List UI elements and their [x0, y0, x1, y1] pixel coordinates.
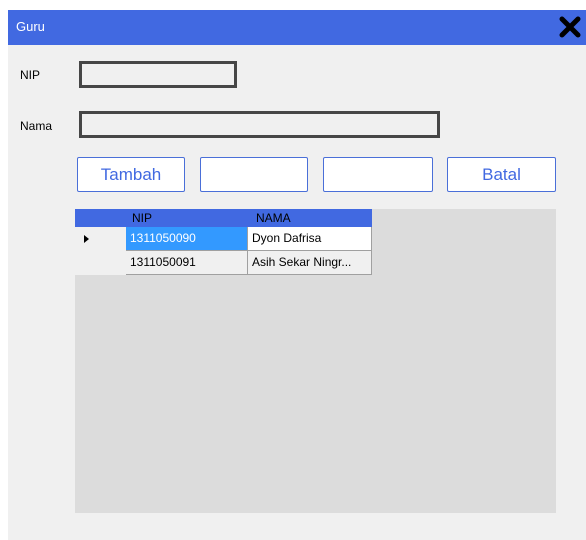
- nama-input[interactable]: [79, 111, 440, 138]
- table-cell-nama[interactable]: Asih Sekar Ningr...: [248, 251, 372, 275]
- action-button-2[interactable]: [200, 157, 308, 192]
- row-header[interactable]: [75, 251, 126, 275]
- table-cell-nama[interactable]: Dyon Dafrisa: [248, 227, 372, 251]
- grid-corner-header: [75, 209, 126, 227]
- guru-data-grid[interactable]: NIP NAMA 1311050090 Dyon Dafrisa 1311050…: [75, 209, 556, 513]
- column-header-nip[interactable]: NIP: [126, 209, 248, 227]
- tambah-button[interactable]: Tambah: [77, 157, 185, 192]
- table-cell-nip[interactable]: 1311050090: [126, 227, 248, 251]
- row-header[interactable]: [75, 227, 126, 251]
- nip-input[interactable]: [79, 61, 237, 88]
- action-button-3[interactable]: [323, 157, 433, 192]
- guru-window: Guru NIP Nama Tambah Batal NIP NAMA 1311…: [8, 10, 586, 540]
- batal-button[interactable]: Batal: [447, 157, 556, 192]
- column-header-nama[interactable]: NAMA: [248, 209, 372, 227]
- close-button[interactable]: [556, 13, 584, 41]
- nama-label: Nama: [20, 119, 53, 133]
- table-cell-nip[interactable]: 1311050091: [126, 251, 248, 275]
- row-pointer-icon: [84, 235, 89, 243]
- close-x-icon: [559, 16, 581, 38]
- nip-label: NIP: [20, 68, 41, 82]
- window-title: Guru: [16, 19, 45, 34]
- title-bar[interactable]: Guru: [8, 10, 586, 45]
